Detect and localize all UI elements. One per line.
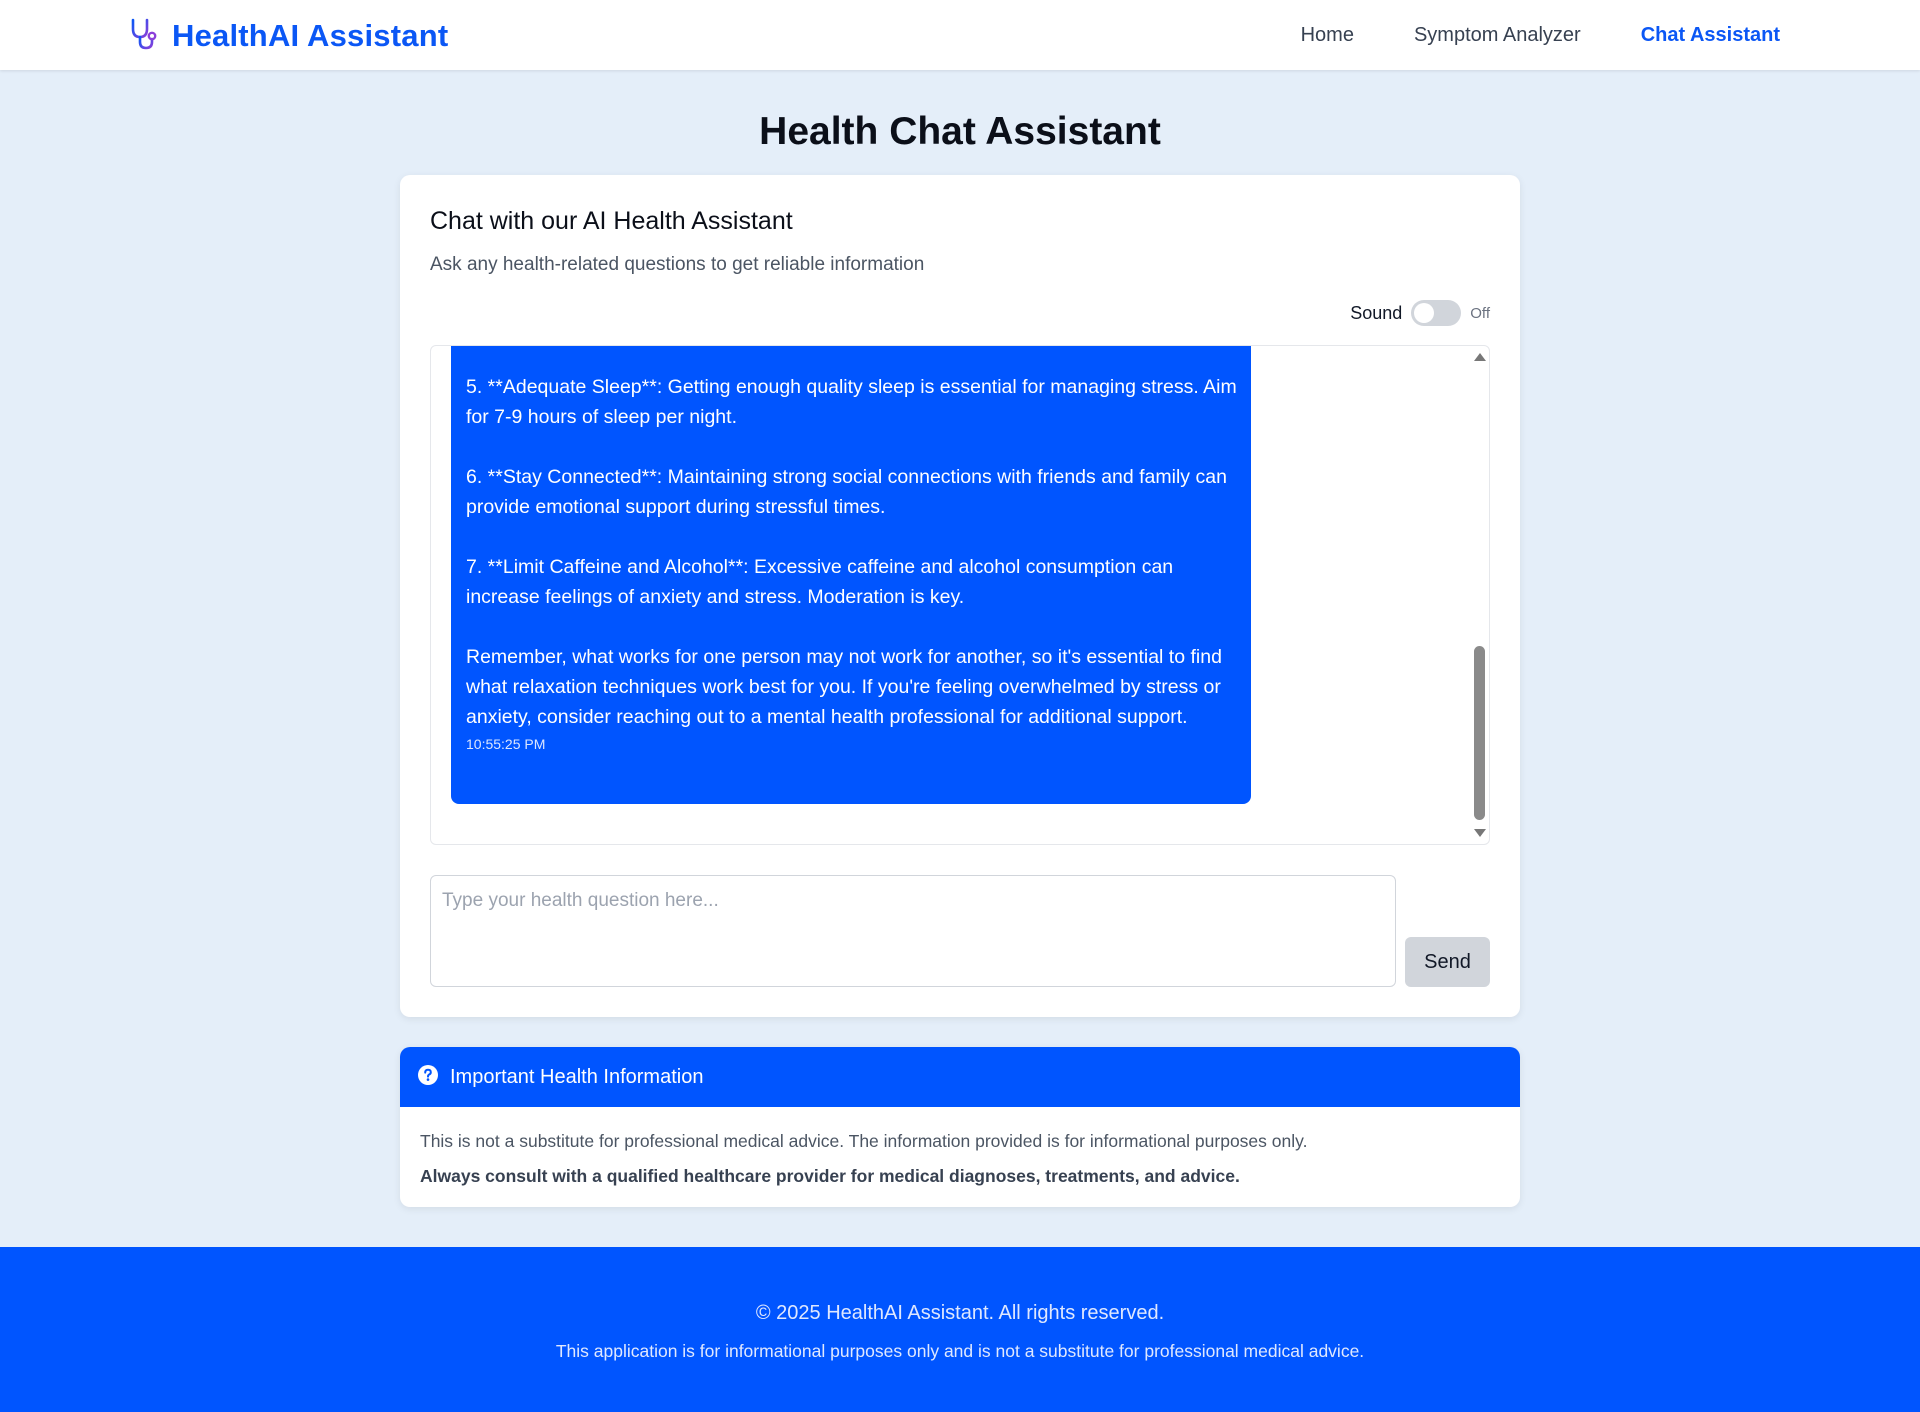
assistant-message: 5. **Adequate Sleep**: Getting enough qu… [451, 346, 1251, 804]
messages-panel[interactable]: 5. **Adequate Sleep**: Getting enough qu… [430, 345, 1490, 845]
info-disclaimer: This is not a substitute for professiona… [420, 1131, 1308, 1151]
message-paragraph: Remember, what works for one person may … [466, 646, 1222, 728]
brand-logo[interactable]: HealthAI Assistant [128, 16, 448, 56]
info-header: Important Health Information [400, 1047, 1520, 1107]
info-title: Important Health Information [450, 1065, 704, 1088]
footer-note: This application is for informational pu… [555, 1341, 1365, 1361]
page-title: Health Chat Assistant [759, 110, 1161, 153]
nav-symptom-analyzer[interactable]: Symptom Analyzer [1414, 24, 1581, 47]
sound-state-label: Off [1470, 304, 1490, 322]
send-button[interactable]: Send [1405, 937, 1490, 987]
health-info-card: Important Health Information This is not… [400, 1047, 1520, 1207]
chat-card: Chat with our AI Health Assistant Ask an… [400, 175, 1520, 1017]
chat-card-title: Chat with our AI Health Assistant [430, 207, 793, 235]
brand-name: HealthAI Assistant [172, 18, 449, 53]
chat-card-subtitle: Ask any health-related questions to get … [430, 254, 925, 275]
question-input[interactable] [430, 875, 1396, 987]
info-advice: Always consult with a qualified healthca… [420, 1166, 1240, 1186]
sound-toggle[interactable] [1411, 300, 1462, 326]
message-paragraph: 6. **Stay Connected**: Maintaining stron… [466, 466, 1227, 518]
nav-chat-assistant[interactable]: Chat Assistant [1641, 24, 1780, 47]
messages-scrollbar[interactable] [1471, 346, 1489, 844]
scroll-up-arrow-icon[interactable] [1474, 353, 1486, 361]
footer-copyright: © 2025 HealthAI Assistant. All rights re… [755, 1302, 1165, 1324]
sound-control: Sound Off [1350, 300, 1490, 326]
message-timestamp: 10:55:25 PM [466, 736, 546, 752]
scroll-down-arrow-icon[interactable] [1474, 829, 1486, 837]
message-paragraph: 7. **Limit Caffeine and Alcohol**: Exces… [466, 556, 1174, 608]
sound-label: Sound [1350, 302, 1403, 323]
nav-home[interactable]: Home [1301, 24, 1354, 47]
message-paragraph: 5. **Adequate Sleep**: Getting enough qu… [466, 376, 1237, 428]
question-circle-icon [418, 1064, 438, 1090]
footer: © 2025 HealthAI Assistant. All rights re… [0, 1247, 1920, 1412]
top-navbar: HealthAI Assistant Home Symptom Analyzer… [0, 0, 1920, 70]
nav-menu: Home Symptom Analyzer Chat Assistant [1301, 0, 1780, 70]
toggle-knob [1414, 303, 1435, 323]
scrollbar-thumb[interactable] [1474, 646, 1485, 820]
stethoscope-icon [128, 17, 160, 56]
